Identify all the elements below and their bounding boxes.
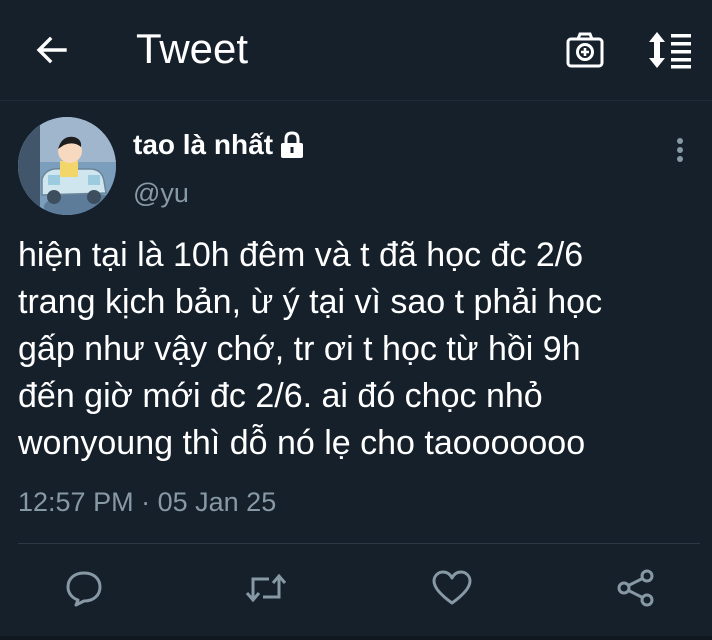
arrow-left-icon xyxy=(36,36,67,64)
sort-button[interactable] xyxy=(644,26,696,74)
retweet-button[interactable] xyxy=(244,566,288,610)
tweet-text: hiện tại là 10h đêm và t đã học đc 2/6 t… xyxy=(18,236,603,462)
top-bar: Tweet xyxy=(0,0,712,101)
more-vertical-icon xyxy=(677,138,683,162)
heart-icon xyxy=(432,570,472,605)
share-button[interactable] xyxy=(614,566,658,610)
tweet-date: 05 Jan 25 xyxy=(157,487,277,517)
tweet-timestamp: 12:57 PM · 05 Jan 25 xyxy=(18,484,276,520)
display-name[interactable]: tao là nhất xyxy=(133,127,273,163)
back-button[interactable] xyxy=(28,26,76,74)
reply-button[interactable] xyxy=(62,566,106,610)
camera-button[interactable] xyxy=(560,26,610,74)
reply-icon xyxy=(66,571,102,607)
like-button[interactable] xyxy=(430,566,474,610)
tweet-time: 12:57 PM xyxy=(18,487,134,517)
share-icon xyxy=(617,569,654,607)
divider xyxy=(18,543,700,544)
bottom-edge xyxy=(0,636,712,640)
retweet-icon xyxy=(245,573,287,603)
author-name-row: tao là nhất xyxy=(133,127,305,163)
meta-separator: · xyxy=(141,487,151,517)
avatar-image xyxy=(18,117,116,215)
avatar[interactable] xyxy=(18,117,116,215)
more-options-button[interactable] xyxy=(664,134,696,166)
sort-icon xyxy=(649,32,691,69)
camera-icon xyxy=(566,32,604,68)
page-title: Tweet xyxy=(136,25,249,72)
user-handle[interactable]: @yu xyxy=(133,176,189,210)
lock-icon xyxy=(279,130,305,160)
